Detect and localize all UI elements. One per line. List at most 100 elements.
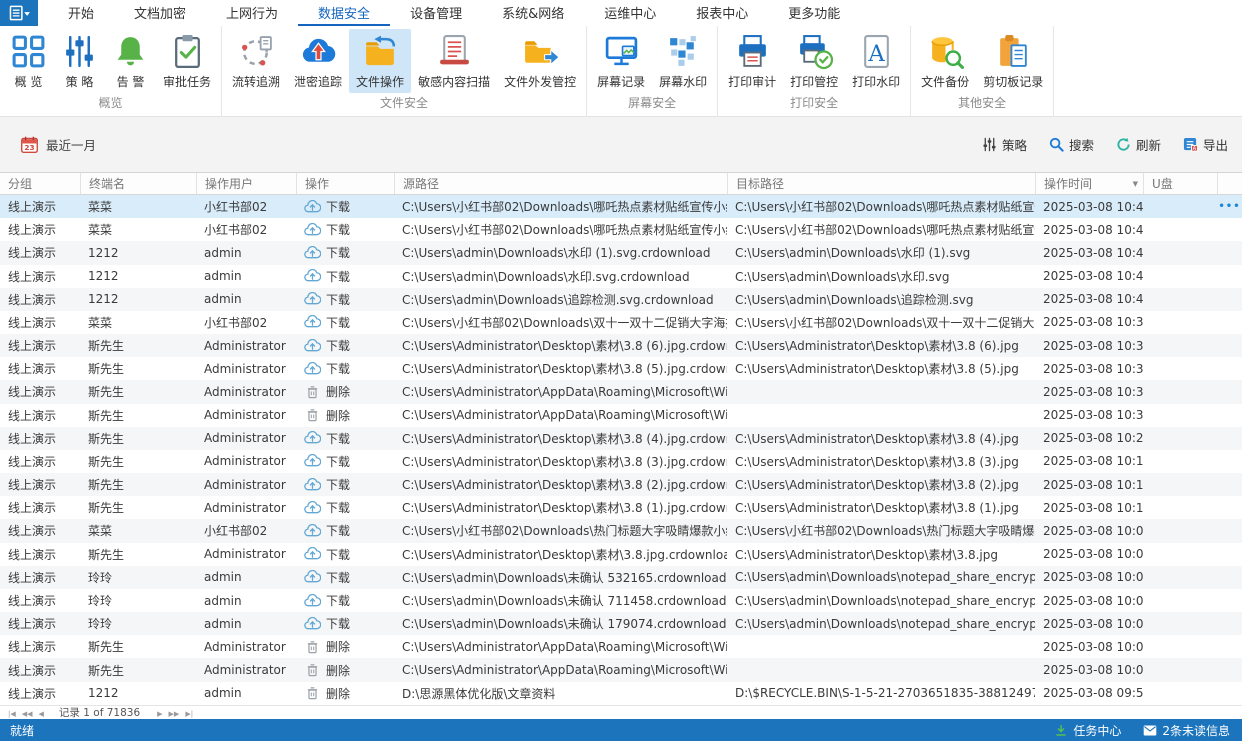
ribbon-button[interactable]: 打印管控 (783, 29, 845, 93)
table-row[interactable]: 线上演示 斯先生 Administrator 下载 C:\Users\Admin… (0, 543, 1242, 566)
menu-tab[interactable]: 上网行为 (206, 0, 298, 26)
ribbon-button[interactable]: 告 警 (105, 29, 156, 93)
pager-next-button[interactable]: ▶| (182, 710, 196, 718)
ribbon-button[interactable]: 概 览 (3, 29, 54, 93)
pager-next-button[interactable]: ▶ (154, 710, 165, 718)
row-menu-button[interactable] (1217, 241, 1242, 264)
ribbon-button[interactable]: 策 略 (54, 29, 105, 93)
ribbon-button[interactable]: 审批任务 (156, 29, 218, 93)
table-row[interactable]: 线上演示 斯先生 Administrator 删除 C:\Users\Admin… (0, 635, 1242, 658)
pager-prev-button[interactable]: |◀ (5, 710, 19, 718)
column-header-source-path[interactable]: 源路径 (394, 173, 727, 194)
row-menu-button[interactable] (1217, 519, 1242, 542)
menu-tab[interactable]: 更多功能 (768, 0, 860, 26)
pager-prev-button[interactable]: ◀◀ (19, 710, 36, 718)
cell-usb (1143, 496, 1217, 519)
sort-descending-icon[interactable]: ▼ (1133, 180, 1138, 188)
ribbon-button[interactable]: 屏幕水印 (652, 29, 714, 93)
date-range-filter[interactable]: 23 最近一月 (20, 135, 96, 154)
app-menu-button[interactable] (0, 0, 38, 26)
row-menu-button[interactable] (1217, 357, 1242, 380)
svg-text:23: 23 (24, 143, 34, 152)
toolbar-button[interactable]: 刷新 (1116, 135, 1161, 154)
table-row[interactable]: 线上演示 斯先生 Administrator 下载 C:\Users\Admin… (0, 450, 1242, 473)
menu-tab[interactable]: 设备管理 (390, 0, 482, 26)
column-header-target-path[interactable]: 目标路径 (727, 173, 1035, 194)
ribbon-button[interactable]: 打印审计 (721, 29, 783, 93)
table-row[interactable]: 线上演示 斯先生 Administrator 删除 C:\Users\Admin… (0, 404, 1242, 427)
row-menu-button[interactable] (1217, 380, 1242, 403)
statusbar-item[interactable]: 任务中心 (1054, 722, 1121, 739)
row-menu-button[interactable] (1217, 265, 1242, 288)
column-header-usb[interactable]: U盘 (1143, 173, 1217, 194)
row-menu-button[interactable] (1217, 404, 1242, 427)
table-row[interactable]: 线上演示 1212 admin 下载 C:\Users\admin\Downlo… (0, 241, 1242, 264)
column-header-group[interactable]: 分组 (0, 173, 80, 194)
menu-tab[interactable]: 数据安全 (298, 0, 390, 26)
toolbar-button[interactable]: 搜索 (1049, 135, 1094, 154)
row-menu-button[interactable] (1217, 496, 1242, 519)
ribbon-button[interactable]: 文件操作 (349, 29, 411, 93)
column-header-user[interactable]: 操作用户 (196, 173, 296, 194)
column-header-terminal[interactable]: 终端名 (80, 173, 196, 194)
statusbar-item[interactable]: 2条未读信息 (1143, 722, 1230, 739)
menu-tab[interactable]: 开始 (48, 0, 114, 26)
row-menu-button[interactable] (1217, 682, 1242, 705)
table-row[interactable]: 线上演示 斯先生 Administrator 下载 C:\Users\Admin… (0, 334, 1242, 357)
pager-prev-button[interactable]: ◀ (36, 710, 47, 718)
row-menu-button[interactable] (1217, 311, 1242, 334)
row-menu-button[interactable] (1217, 473, 1242, 496)
action-type-icon (304, 454, 321, 468)
table-row[interactable]: 线上演示 斯先生 Administrator 下载 C:\Users\Admin… (0, 473, 1242, 496)
table-row[interactable]: 线上演示 斯先生 Administrator 删除 C:\Users\Admin… (0, 658, 1242, 681)
row-menu-button[interactable] (1217, 635, 1242, 658)
row-menu-button[interactable] (1217, 218, 1242, 241)
pager-next-button[interactable]: ▶▶ (166, 710, 183, 718)
ribbon-button[interactable]: 敏感内容扫描 (411, 29, 497, 93)
table-row[interactable]: 线上演示 1212 admin 删除 D:\思源黑体优化版\文章资料 D:\$R… (0, 682, 1242, 705)
table-row[interactable]: 线上演示 菜菜 小红书部02 下载 C:\Users\小红书部02\Downlo… (0, 218, 1242, 241)
table-row[interactable]: 线上演示 菜菜 小红书部02 下载 C:\Users\小红书部02\Downlo… (0, 195, 1242, 218)
ribbon-button[interactable]: 屏幕记录 (590, 29, 652, 93)
table-row[interactable]: 线上演示 斯先生 Administrator 下载 C:\Users\Admin… (0, 357, 1242, 380)
table-row[interactable]: 线上演示 玲玲 admin 下载 C:\Users\admin\Download… (0, 589, 1242, 612)
row-menu-button[interactable] (1217, 288, 1242, 311)
ribbon-button[interactable]: 泄密追踪 (287, 29, 349, 93)
table-row[interactable]: 线上演示 菜菜 小红书部02 下载 C:\Users\小红书部02\Downlo… (0, 519, 1242, 542)
table-header: 分组 终端名 操作用户 操作 源路径 目标路径 操作时间 ▼ U盘 (0, 173, 1242, 195)
row-menu-button[interactable] (1217, 658, 1242, 681)
table-row[interactable]: 线上演示 菜菜 小红书部02 下载 C:\Users\小红书部02\Downlo… (0, 311, 1242, 334)
row-menu-button[interactable] (1217, 612, 1242, 635)
cell-terminal: 1212 (80, 682, 196, 705)
column-header-action[interactable]: 操作 (296, 173, 394, 194)
table-row[interactable]: 线上演示 1212 admin 下载 C:\Users\admin\Downlo… (0, 265, 1242, 288)
ribbon-button[interactable]: 文件备份 (914, 29, 976, 93)
table-row[interactable]: 线上演示 斯先生 Administrator 下载 C:\Users\Admin… (0, 496, 1242, 519)
row-menu-button[interactable] (1217, 589, 1242, 612)
ribbon-button[interactable]: 剪切板记录 (976, 29, 1050, 93)
ribbon-button[interactable]: A 打印水印 (845, 29, 907, 93)
menu-tab[interactable]: 系统&网络 (482, 0, 584, 26)
row-menu-button[interactable]: ••• (1217, 195, 1242, 218)
toolbar-button[interactable]: 策略 (982, 135, 1027, 154)
row-menu-button[interactable] (1217, 427, 1242, 450)
toolbar-button[interactable]: A 导出 (1183, 135, 1228, 154)
table-row[interactable]: 线上演示 1212 admin 下载 C:\Users\admin\Downlo… (0, 288, 1242, 311)
cell-group: 线上演示 (0, 311, 80, 334)
menu-tab[interactable]: 报表中心 (676, 0, 768, 26)
row-menu-button[interactable] (1217, 334, 1242, 357)
menu-tab[interactable]: 运维中心 (584, 0, 676, 26)
table-row[interactable]: 线上演示 斯先生 Administrator 下载 C:\Users\Admin… (0, 427, 1242, 450)
table-row[interactable]: 线上演示 玲玲 admin 下载 C:\Users\admin\Download… (0, 612, 1242, 635)
row-menu-button[interactable] (1217, 543, 1242, 566)
table-row[interactable]: 线上演示 斯先生 Administrator 删除 C:\Users\Admin… (0, 380, 1242, 403)
column-header-time[interactable]: 操作时间 ▼ (1035, 173, 1143, 194)
row-menu-button[interactable] (1217, 566, 1242, 589)
table-row[interactable]: 线上演示 玲玲 admin 下载 C:\Users\admin\Download… (0, 566, 1242, 589)
ribbon-button-label: 策 略 (66, 73, 94, 90)
ribbon-button[interactable]: 文件外发管控 (497, 29, 583, 93)
menu-tab[interactable]: 文档加密 (114, 0, 206, 26)
ribbon-button[interactable]: 流转追溯 (225, 29, 287, 93)
action-label: 下载 (326, 569, 350, 586)
row-menu-button[interactable] (1217, 450, 1242, 473)
